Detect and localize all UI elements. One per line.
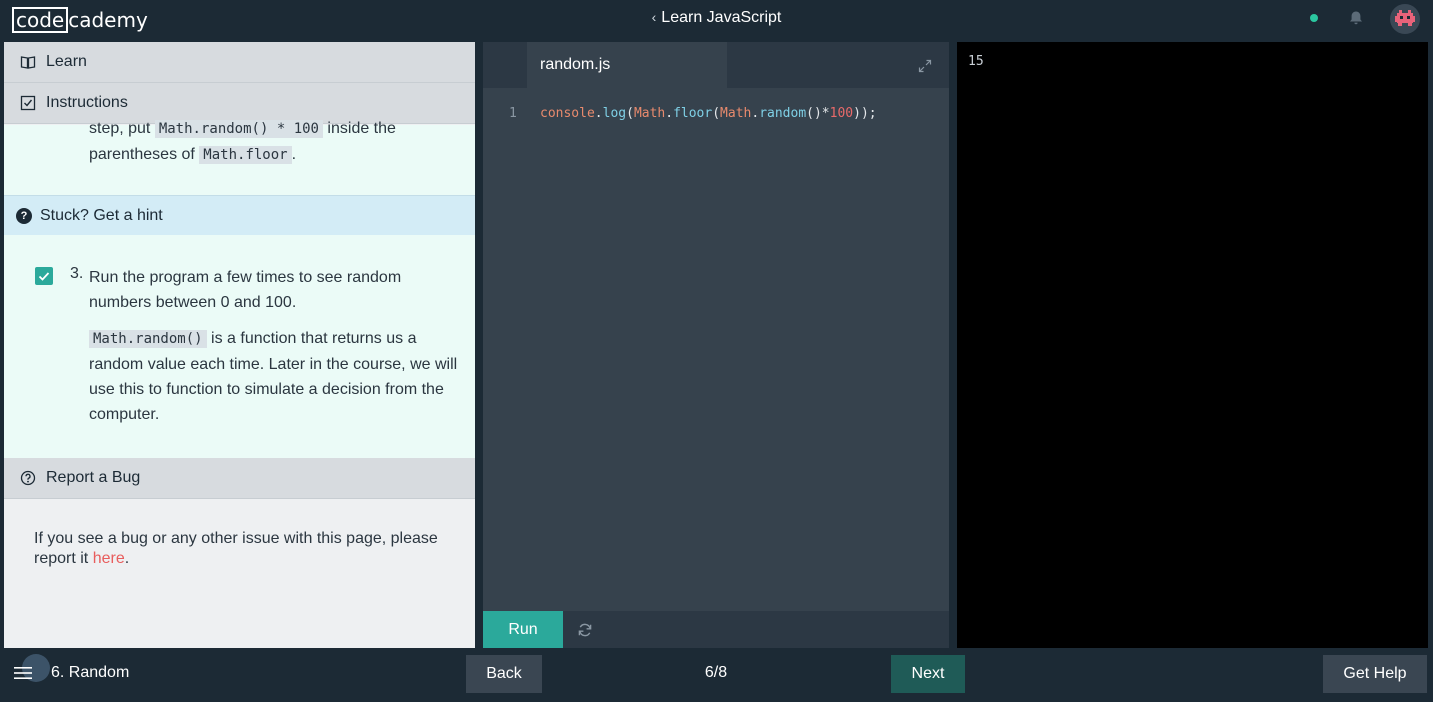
instructions-label: Instructions <box>46 94 128 111</box>
code-token: ()* <box>806 106 830 121</box>
get-help-button[interactable]: Get Help <box>1323 655 1427 693</box>
file-tab-label: random.js <box>540 56 611 73</box>
check-icon <box>38 272 50 281</box>
code-content[interactable]: console.log(Math.floor(Math.random()*100… <box>540 106 877 121</box>
code-token: ( <box>712 106 721 121</box>
help-circle-icon <box>20 470 36 486</box>
code-token: )); <box>853 106 877 121</box>
refresh-icon[interactable] <box>577 622 593 638</box>
code-token: random <box>759 106 807 121</box>
hint-toggle[interactable]: ? Stuck? Get a hint <box>4 195 475 235</box>
step-3-number: 3. <box>70 265 84 282</box>
invader-icon <box>1395 10 1415 26</box>
inline-code-math-random-2: Math.random() <box>89 330 207 348</box>
step-3-explanation: Math.random() is a function that returns… <box>89 326 459 427</box>
page-indicator: 6/8 <box>704 664 728 681</box>
code-token: 100 <box>829 106 854 121</box>
book-icon <box>20 56 36 69</box>
code-token: . <box>594 106 603 121</box>
run-bar: Run <box>483 611 949 648</box>
run-button[interactable]: Run <box>483 611 563 648</box>
report-bug-label: Report a Bug <box>46 469 141 486</box>
code-token: Math <box>633 106 666 121</box>
lesson-title[interactable]: 6. Random <box>51 664 129 682</box>
chevron-left-icon: ‹ <box>651 9 657 25</box>
bottom-bar: 6. Random Back 6/8 Next Get Help <box>0 648 1433 702</box>
expand-icon[interactable] <box>917 58 933 74</box>
bug-report-text: If you see a bug or any other issue with… <box>34 529 454 569</box>
hamburger-menu-icon[interactable] <box>14 666 32 680</box>
step-3-checkbox[interactable] <box>35 267 53 285</box>
user-avatar[interactable] <box>1390 4 1420 34</box>
next-button[interactable]: Next <box>891 655 965 693</box>
course-title: Learn JavaScript <box>661 9 782 26</box>
editor-tab-bar: random.js <box>483 42 949 88</box>
hint-label: Stuck? Get a hint <box>40 206 163 224</box>
instructions-panel: Learn Instructions step, put Math.random… <box>4 42 475 648</box>
code-token: Math <box>720 106 752 121</box>
inline-code-math-floor: Math.floor <box>199 146 292 164</box>
step-2-text-after: . <box>291 146 297 163</box>
bug-report-body: If you see a bug or any other issue with… <box>4 499 475 648</box>
next-label: Next <box>911 665 945 682</box>
status-dot <box>1310 14 1318 22</box>
step-3-text: Run the program a few times to see rando… <box>89 269 402 311</box>
bug-report-end: . <box>124 550 130 567</box>
get-help-label: Get Help <box>1343 665 1407 682</box>
bell-icon[interactable] <box>1348 10 1364 26</box>
code-token: . <box>665 106 674 121</box>
back-label: Back <box>486 665 522 682</box>
code-token: ( <box>626 106 634 121</box>
output-text: 15 <box>968 54 984 69</box>
line-number: 1 <box>509 106 517 121</box>
inline-code-math-random: Math.random() * 100 <box>154 120 323 138</box>
bug-report-link[interactable]: here <box>93 550 125 567</box>
code-token: floor <box>673 106 713 121</box>
code-token: . <box>751 106 760 121</box>
step-3: 3. Run the program a few times to see ra… <box>4 235 475 458</box>
run-label: Run <box>508 620 538 638</box>
top-bar: code cademy ‹ Learn JavaScript <box>0 0 1433 42</box>
course-title-link[interactable]: ‹ Learn JavaScript <box>0 9 1433 27</box>
code-token: console <box>540 106 595 121</box>
checkbox-outline-icon <box>20 95 36 111</box>
learn-label: Learn <box>46 53 87 70</box>
file-tab-random-js[interactable]: random.js <box>527 42 727 88</box>
report-bug-tab[interactable]: Report a Bug <box>4 458 475 499</box>
output-console: 15 <box>957 42 1428 648</box>
step-2-text-before: step, put <box>89 120 155 137</box>
question-icon: ? <box>16 207 32 224</box>
back-button[interactable]: Back <box>466 655 542 693</box>
code-token: log <box>602 106 627 121</box>
code-editor: random.js 1 console.log(Math.floor(Math.… <box>483 42 949 648</box>
step-2-text: step, put Math.random() * 100 inside the… <box>89 116 449 168</box>
learn-tab[interactable]: Learn <box>4 42 475 83</box>
